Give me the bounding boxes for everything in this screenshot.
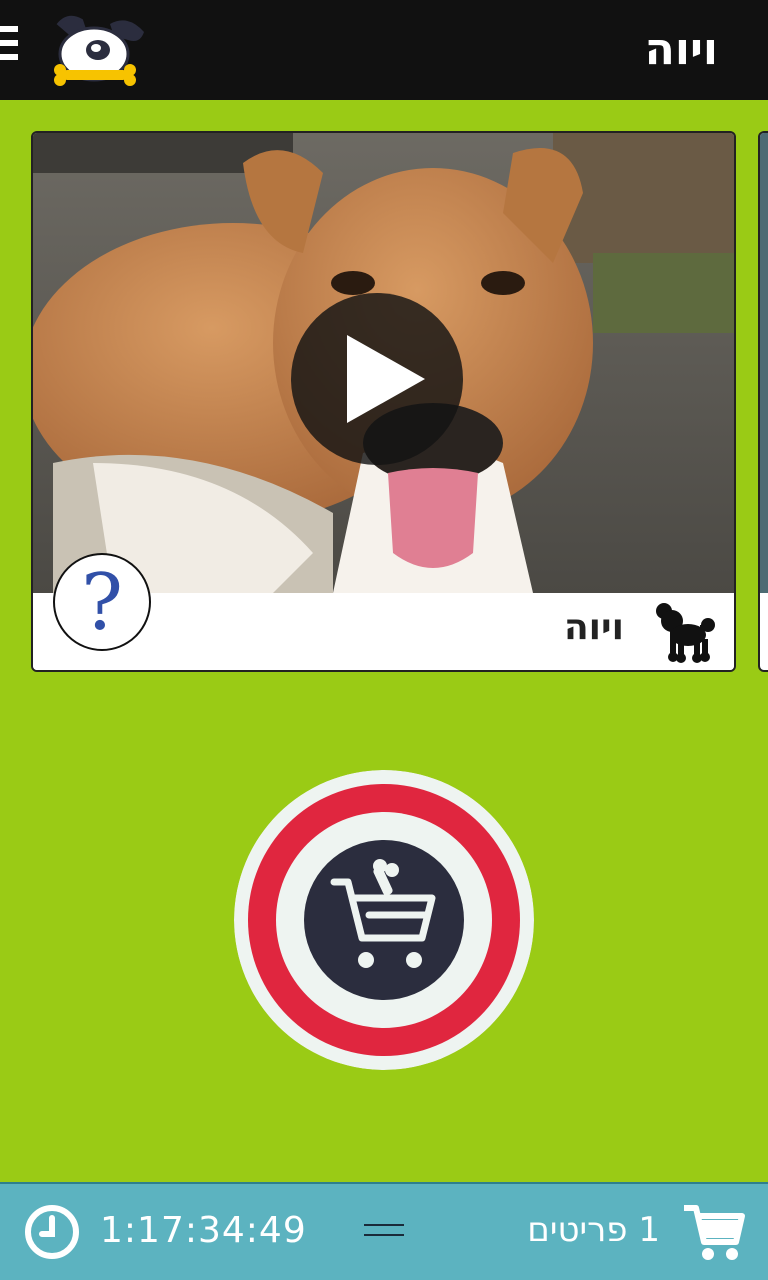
help-button[interactable]: ? [53, 553, 151, 651]
play-icon [347, 335, 425, 423]
page-title: ויוה [644, 24, 718, 75]
next-card-photo [760, 133, 768, 593]
play-video-button[interactable] [291, 293, 463, 465]
drag-handle[interactable] [364, 1224, 404, 1240]
bottom-cart-bar[interactable]: 1:17:34:49 1 פריטים [0, 1182, 768, 1280]
hamburger-icon[interactable] [0, 26, 20, 72]
poodle-icon [656, 603, 715, 663]
countdown-timer: 1:17:34:49 [100, 1210, 307, 1251]
top-bar: ויוה [0, 0, 768, 100]
question-mark-icon: ? [81, 558, 123, 648]
cart-icon[interactable] [682, 1202, 746, 1262]
dog-logo-icon[interactable] [48, 10, 148, 90]
cart-items-count: 1 פריטים [527, 1210, 660, 1250]
next-dog-card[interactable] [758, 131, 768, 672]
dog-name: ויוה [563, 607, 624, 648]
add-to-cart-button[interactable] [234, 770, 534, 1070]
clock-icon [25, 1205, 79, 1259]
dog-card[interactable]: ? ויוה [31, 131, 736, 672]
